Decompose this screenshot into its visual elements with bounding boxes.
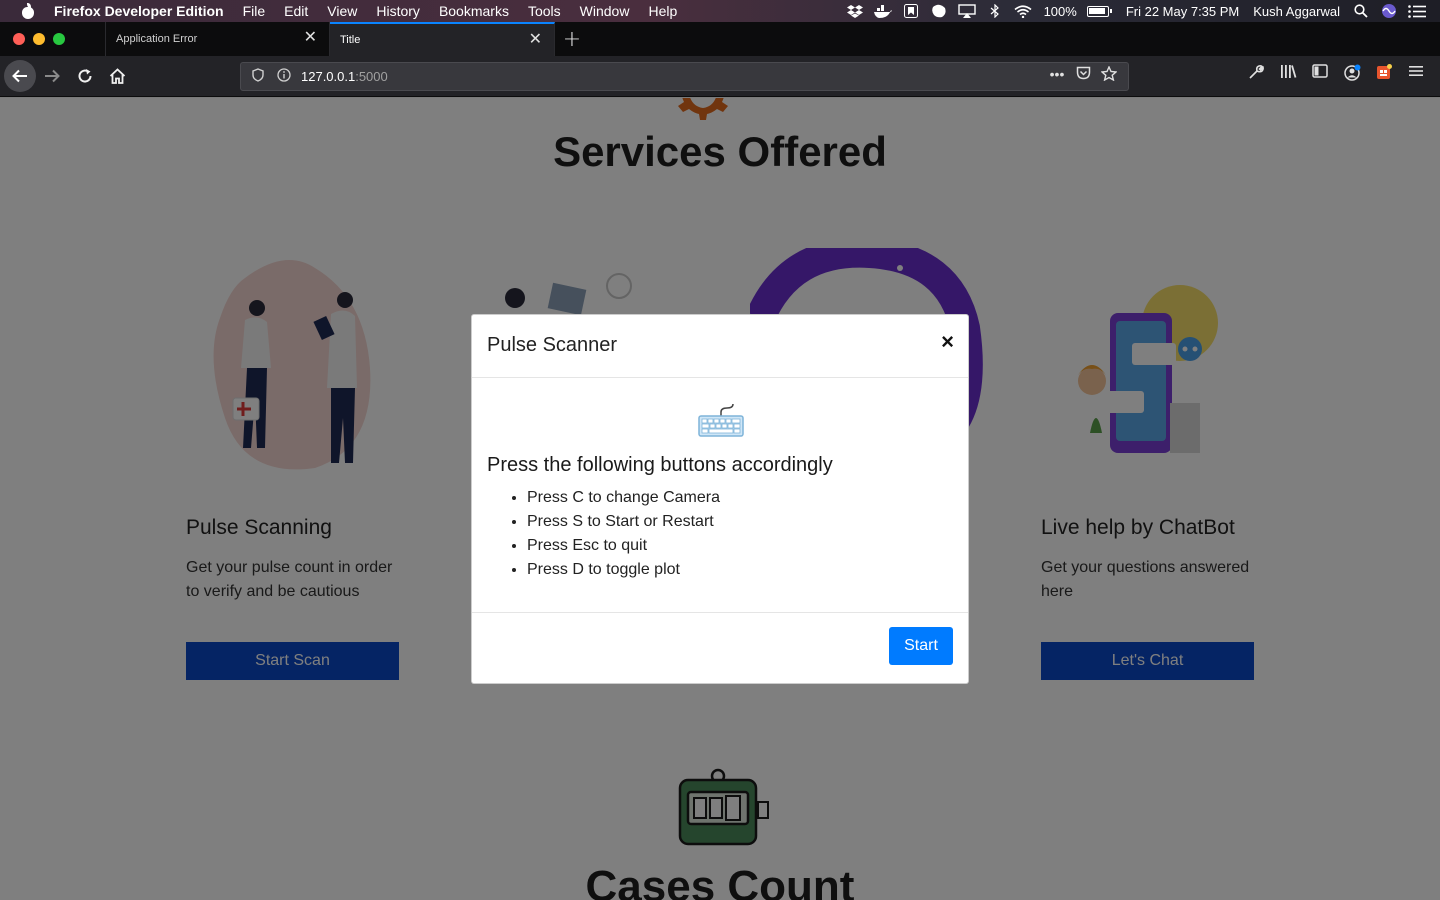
forward-button[interactable] xyxy=(36,60,68,92)
sidebar-toggle-icon[interactable] xyxy=(1304,64,1336,85)
url-port: :5000 xyxy=(355,69,388,84)
reload-icon xyxy=(78,69,92,83)
pulse-scanner-modal: Pulse Scanner × Press the following butt… xyxy=(471,314,969,684)
apple-icon[interactable] xyxy=(21,3,35,19)
instructions-heading: Press the following buttons accordingly xyxy=(487,454,833,476)
page-actions-icon[interactable]: ••• xyxy=(1044,66,1070,84)
pocket-icon[interactable] xyxy=(1070,66,1096,84)
toolbar-right xyxy=(1240,64,1432,85)
menu-bookmarks[interactable]: Bookmarks xyxy=(439,3,509,19)
list-item: Press Esc to quit xyxy=(527,534,720,558)
url-bar[interactable]: 127.0.0.1:5000 ••• xyxy=(240,62,1129,91)
close-window-button[interactable] xyxy=(13,33,25,45)
new-tab-button[interactable]: + xyxy=(555,22,589,56)
wifi-icon[interactable] xyxy=(1014,4,1032,18)
menu-tools[interactable]: Tools xyxy=(528,3,561,19)
tab-title: Application Error xyxy=(116,33,198,45)
library-icon[interactable] xyxy=(1272,64,1304,85)
extension-icon[interactable] xyxy=(1368,64,1400,85)
site-info-icon[interactable] xyxy=(275,68,293,85)
list-item: Press D to toggle plot xyxy=(527,558,720,582)
url-bar-actions: ••• xyxy=(1044,65,1122,84)
developer-tools-wrench-icon[interactable] xyxy=(1240,64,1272,85)
modal-header: Pulse Scanner × xyxy=(472,315,968,378)
instructions-list: Press C to change Camera Press S to Star… xyxy=(527,486,720,582)
back-arrow-icon xyxy=(12,69,27,83)
status-area: 100% Fri 22 May 7:35 PM Kush Aggarwal xyxy=(841,0,1440,22)
siri-icon[interactable] xyxy=(1380,4,1398,18)
close-tab-icon[interactable]: ✕ xyxy=(529,32,542,48)
evernote-icon[interactable] xyxy=(930,4,948,18)
close-tab-icon[interactable]: ✕ xyxy=(304,30,317,46)
start-button[interactable]: Start xyxy=(889,627,953,665)
airplay-icon[interactable] xyxy=(957,4,976,18)
list-item: Press C to change Camera xyxy=(527,486,720,510)
close-modal-button[interactable]: × xyxy=(941,329,954,355)
maximize-window-button[interactable] xyxy=(53,33,65,45)
tab-application-error[interactable]: Application Error ✕ xyxy=(105,22,330,56)
battery-icon[interactable] xyxy=(1086,5,1112,17)
home-button[interactable] xyxy=(101,60,133,92)
navigation-toolbar: 127.0.0.1:5000 ••• xyxy=(0,56,1440,97)
list-item: Press S to Start or Restart xyxy=(527,510,720,534)
reload-button[interactable] xyxy=(69,60,101,92)
modal-title: Pulse Scanner xyxy=(487,334,618,356)
tab-title-active[interactable]: Title ✕ xyxy=(330,22,555,56)
bluetooth-icon[interactable] xyxy=(986,4,1004,18)
menu-view[interactable]: View xyxy=(327,3,357,19)
macos-menubar: Firefox Developer Edition File Edit View… xyxy=(0,0,1440,22)
menu-app-name[interactable]: Firefox Developer Edition xyxy=(54,3,224,19)
menu-window[interactable]: Window xyxy=(580,3,630,19)
menu-history[interactable]: History xyxy=(376,3,420,19)
keyboard-icon xyxy=(698,403,744,437)
minimize-window-button[interactable] xyxy=(33,33,45,45)
menu-file[interactable]: File xyxy=(243,3,266,19)
clock[interactable]: Fri 22 May 7:35 PM xyxy=(1126,4,1239,19)
notification-center-icon[interactable] xyxy=(1408,4,1426,18)
modal-footer: Start xyxy=(472,613,968,683)
tab-strip: Application Error ✕ Title ✕ + xyxy=(0,22,1440,56)
menu-help[interactable]: Help xyxy=(648,3,677,19)
window-controls xyxy=(0,22,105,56)
forward-arrow-icon xyxy=(45,69,60,83)
modal-body: Press the following buttons accordingly … xyxy=(472,378,968,613)
url-host: 127.0.0.1 xyxy=(301,69,356,84)
reader-app-icon[interactable] xyxy=(902,4,920,18)
account-icon[interactable] xyxy=(1336,64,1368,85)
tracking-protection-shield-icon[interactable] xyxy=(249,68,267,85)
docker-icon[interactable] xyxy=(873,4,892,18)
home-icon xyxy=(109,68,125,84)
spotlight-search-icon[interactable] xyxy=(1352,4,1370,18)
hamburger-menu-icon[interactable] xyxy=(1400,64,1432,85)
menu-edit[interactable]: Edit xyxy=(284,3,308,19)
user-name[interactable]: Kush Aggarwal xyxy=(1253,4,1340,19)
battery-percent: 100% xyxy=(1043,3,1077,19)
dropbox-icon[interactable] xyxy=(846,4,864,18)
tab-title: Title xyxy=(340,34,361,46)
bookmark-star-icon[interactable] xyxy=(1096,65,1122,84)
back-button[interactable] xyxy=(4,60,36,92)
